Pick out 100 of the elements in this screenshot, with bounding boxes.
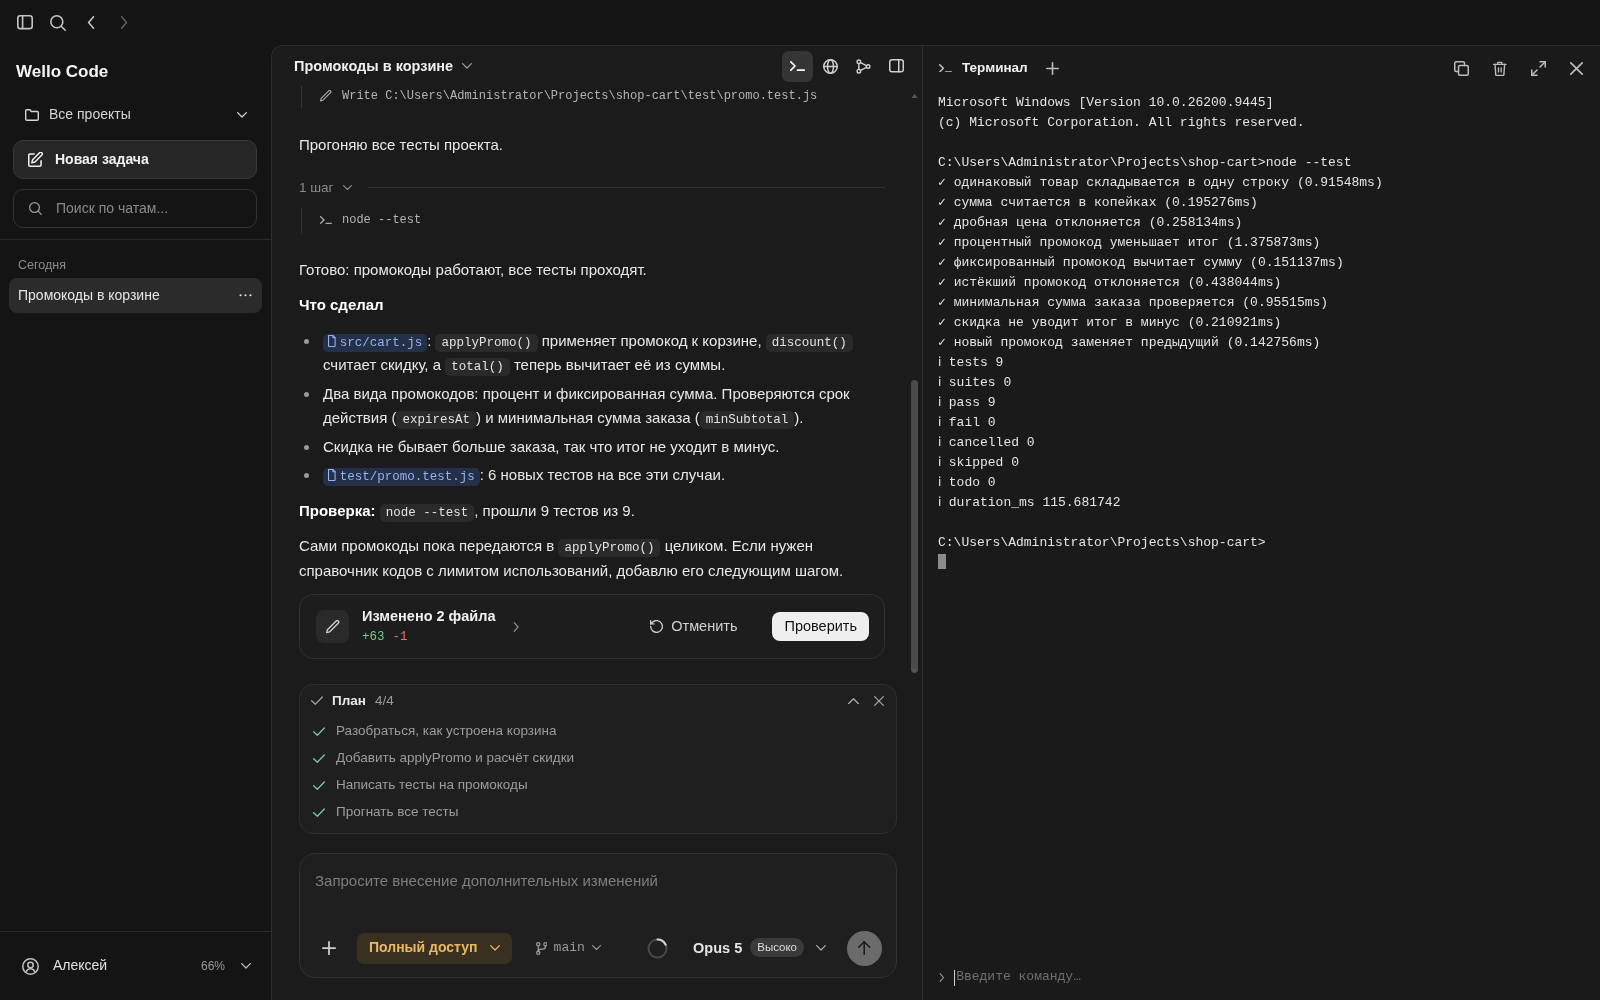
scrollbar[interactable] [911, 380, 918, 673]
panel-icon [889, 59, 904, 73]
terminal-button[interactable] [782, 50, 813, 82]
bullet-icon [304, 391, 309, 397]
terminal-line: ✓ минимальная сумма заказа проверяется (0.95515ms) [938, 294, 1330, 312]
terminal-line: ✓ процентный промокод уменьшает итог (1.375873ms) [938, 234, 1322, 252]
steps-toggle[interactable]: 1 шаг [299, 177, 352, 198]
plus-icon[interactable] [1045, 61, 1059, 75]
terminal-line: Microsoft Windows [Version 10.0.26200.9445] [938, 94, 1275, 112]
user-name: Алексей [53, 956, 109, 976]
terminal-line: ℹ suites 0 [938, 374, 1013, 392]
terminal-line: C:\Users\Administrator\Projects\shop-cart>node --test [938, 154, 1353, 172]
pencil-icon [316, 610, 349, 643]
plus-icon[interactable] [322, 941, 336, 955]
terminal-line: ℹ cancelled 0 [938, 434, 1036, 452]
nodes-icon [856, 58, 871, 74]
chevron-left-icon[interactable] [86, 16, 96, 29]
terminal-line: ℹ fail 0 [938, 414, 997, 432]
search-field[interactable]: Поиск по чатам... [13, 189, 257, 228]
close-icon[interactable] [1570, 61, 1583, 75]
new-task-button[interactable]: Новая задача [13, 140, 257, 179]
search-input[interactable]: Поиск по чатам... [56, 198, 256, 219]
tool-call-text: node --test [342, 211, 422, 229]
effort-badge[interactable]: Высоко [750, 938, 804, 958]
more-icon[interactable] [239, 294, 252, 297]
message-text: Сами промокоды пока передаются в applyPromo() целиком. Если нужен справочник кодов с лимитом использований, добавлю его следующим шагом. [299, 536, 845, 581]
access-dropdown[interactable]: Полный доступ [357, 932, 512, 964]
command-input[interactable]: Введите команду… [956, 968, 1584, 987]
terminal-line: ℹ tests 9 [938, 354, 1005, 372]
app-title: Wello Code [15, 61, 110, 83]
terminal-line: ℹ skipped 0 [938, 454, 1020, 472]
chevron-down-icon[interactable] [241, 963, 251, 969]
terminal-icon [790, 61, 805, 71]
terminal-line: (c) Microsoft Corporation. All rights reserved. [938, 114, 1306, 132]
branch-dropdown[interactable]: main [535, 938, 601, 958]
composer-panel[interactable]: Запросите внесение дополнительных изменений Полный доступ main Opus 5 Высоко [299, 853, 897, 978]
file-link[interactable]: test/promo.test.js [323, 468, 480, 486]
terminal-tab[interactable]: Терминал [962, 58, 1028, 78]
branch-icon [535, 941, 547, 955]
message-heading: Что сделал [299, 295, 385, 315]
plan-item-text: Добавить applyPromo и расчёт скидки [336, 749, 575, 768]
list-item-text: src/cart.js : applyPromo() применяет промокод к корзине, discount() считает скидку, а total() теперь вычитает её из суммы. [323, 328, 885, 378]
edit-icon [28, 152, 43, 167]
terminal-line: ✓ одинаковый товар складывается в одну строку (0.91548ms) [938, 174, 1384, 192]
list-item-text: Скидка не бывает больше заказа, так что итог не уходит в минус. [323, 436, 780, 457]
chevron-right-icon[interactable] [512, 621, 519, 632]
message-text: Проверка: node --test , прошли 9 тестов из 9. [299, 500, 636, 523]
review-button[interactable]: Проверить [772, 612, 869, 641]
lines-removed: -1 [392, 629, 408, 646]
lines-added: +63 [362, 629, 385, 646]
spinner-icon [647, 937, 669, 959]
folder-icon [25, 109, 39, 121]
bullet-icon [304, 338, 309, 344]
terminal-icon [320, 215, 332, 224]
search-icon[interactable] [50, 14, 66, 31]
arrow-up-icon [858, 941, 871, 955]
section-heading: Сегодня [17, 257, 67, 273]
chevron-right-icon [939, 973, 945, 982]
terminal-line: ✓ скидка не уводит итог в минус (0.210921ms) [938, 314, 1283, 332]
chevron-down-icon [489, 945, 500, 951]
terminal-line: ✓ фиксированный промокод вычитает сумму (0.151137ms) [938, 254, 1345, 272]
terminal-line: ✓ дробная цена отклоняется (0.258134ms) [938, 214, 1244, 232]
plan-item-text: Разобраться, как устроена корзина [336, 722, 557, 741]
globe-icon [823, 58, 838, 74]
terminal-line: ✓ истёкший промокод отклоняется (0.438044ms) [938, 274, 1283, 292]
chat-title-dropdown[interactable]: Промокоды в корзине [294, 55, 473, 77]
chat-item[interactable]: Промокоды в корзине [9, 278, 262, 313]
terminal-line: ℹ pass 9 [938, 394, 997, 412]
project-dropdown[interactable]: Все проекты [13, 100, 257, 130]
chevron-down-icon [237, 112, 247, 118]
avatar-icon [22, 957, 39, 975]
usage-percent: 66% [200, 957, 225, 975]
terminal-icon [939, 63, 952, 73]
text-cursor-icon [953, 969, 956, 986]
terminal-line: ℹ todo 0 [938, 474, 997, 492]
chevron-up-icon[interactable] [848, 697, 859, 705]
chevron-down-icon [816, 945, 826, 951]
send-button[interactable] [847, 930, 882, 966]
trash-icon[interactable] [1493, 60, 1507, 76]
undo-button[interactable]: Отменить [650, 616, 738, 637]
tool-call-text: Write C:\Users\Administrator\Projects\shop-cart\test\promo.test.js [342, 88, 818, 105]
changes-title: Изменено 2 файла [362, 607, 496, 626]
bullet-icon [304, 473, 309, 478]
close-icon[interactable] [874, 696, 884, 706]
plan-item-text: Написать тесты на промокоды [336, 776, 528, 795]
terminal-line: ✓ новый промокод заменяет предыдущий (0.142756ms) [938, 334, 1322, 352]
expand-icon[interactable] [1531, 60, 1546, 76]
terminal-line: ✓ сумма считается в копейках (0.195276ms) [938, 194, 1259, 212]
undo-icon [650, 620, 664, 633]
message-text: Готово: промокоды работают, все тесты проходят. [299, 259, 648, 280]
chevron-down-icon [462, 63, 473, 69]
plan-item-text: Прогнать все тесты [336, 803, 459, 822]
model-dropdown[interactable]: Opus 5 Высоко [693, 937, 826, 959]
check-icon [311, 696, 323, 706]
message-input[interactable]: Запросите внесение дополнительных изменений [315, 870, 882, 930]
file-link[interactable]: src/cart.js [323, 333, 428, 352]
cursor-icon [938, 554, 946, 569]
sidebar-icon[interactable] [17, 15, 33, 30]
file-icon [328, 334, 336, 347]
copy-icon[interactable] [1454, 60, 1470, 76]
